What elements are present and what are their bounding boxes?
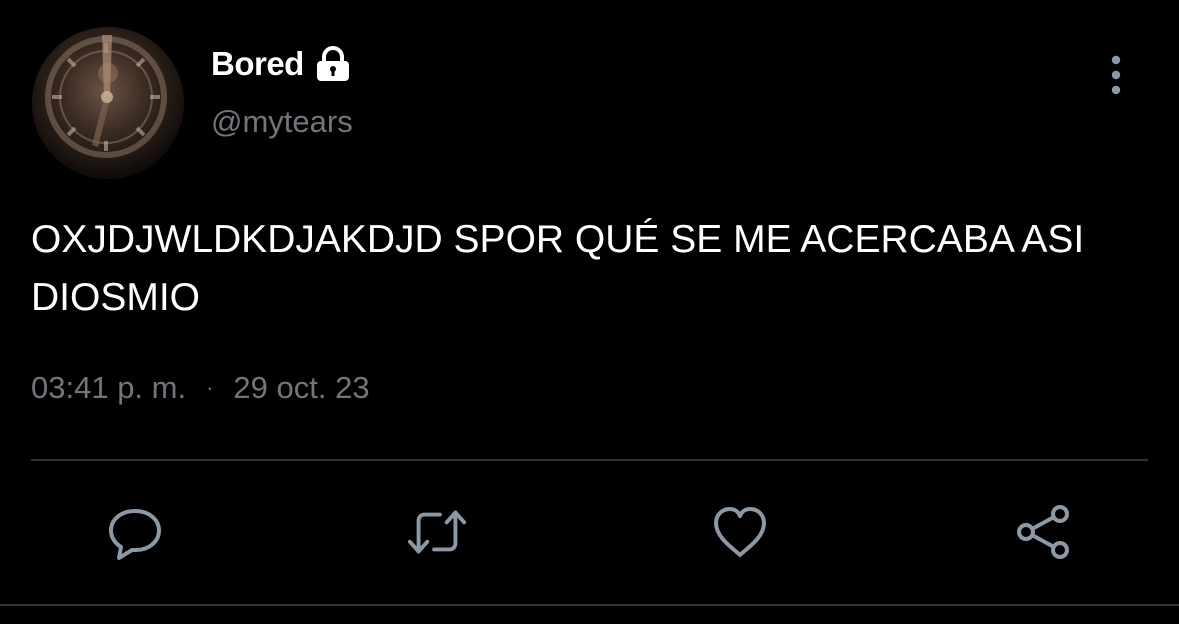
meta-separator: ·: [206, 375, 214, 400]
heart-icon: [714, 507, 766, 557]
tweet-date[interactable]: 29 oct. 23: [233, 370, 369, 406]
reply-icon: [109, 509, 161, 560]
bottom-divider: [0, 604, 1179, 606]
retweet-button[interactable]: [405, 500, 469, 564]
divider: [31, 459, 1148, 461]
more-options-button[interactable]: [1096, 52, 1136, 98]
retweet-icon: [407, 510, 467, 554]
like-button[interactable]: [708, 500, 772, 564]
share-icon: [1017, 505, 1069, 559]
tweet-time[interactable]: 03:41 p. m.: [31, 370, 186, 406]
tweet-card: Bored @mytears OXJDJWLDKDJAKDJD SPOR QUÉ…: [0, 0, 1179, 624]
display-name[interactable]: Bored: [211, 45, 304, 83]
tweet-text: OXJDJWLDKDJAKDJD SPOR QUÉ SE ME ACERCABA…: [31, 218, 1085, 319]
more-vertical-icon: [1111, 55, 1121, 95]
name-row: Bored: [211, 43, 352, 85]
lock-icon: [314, 45, 352, 83]
user-handle[interactable]: @mytears: [211, 104, 353, 140]
clock-photo-icon: [32, 27, 184, 179]
share-button[interactable]: [1011, 500, 1075, 564]
tweet-meta: 03:41 p. m. · 29 oct. 23: [31, 370, 370, 406]
avatar[interactable]: [32, 27, 184, 179]
reply-button[interactable]: [103, 500, 167, 564]
